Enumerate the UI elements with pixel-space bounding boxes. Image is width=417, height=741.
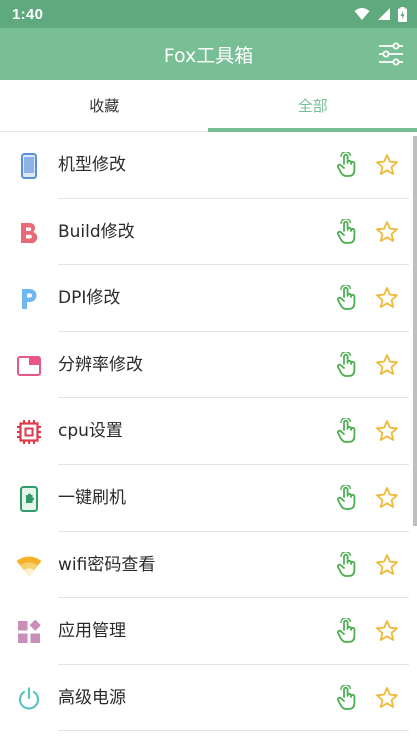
list-item-label: 分辨率修改 <box>58 354 143 375</box>
list-item[interactable]: wifi密码查看 <box>0 532 417 599</box>
signal-icon <box>378 8 390 20</box>
window-icon <box>16 353 42 379</box>
star-icon[interactable] <box>375 419 399 443</box>
list-item[interactable]: 应用管理 <box>0 598 417 665</box>
system-icons <box>354 6 407 22</box>
hand-tap-icon[interactable] <box>335 218 359 245</box>
list-item[interactable]: 高级电源 <box>0 665 417 732</box>
star-icon[interactable] <box>375 686 399 710</box>
tab-favorites[interactable]: 收藏 <box>0 80 209 131</box>
status-bar: 1:40 <box>0 0 417 28</box>
chip-icon <box>16 419 42 445</box>
hand-tap-icon[interactable] <box>335 618 359 644</box>
list-item-label: 一键刷机 <box>58 487 126 508</box>
hand-tap-icon[interactable] <box>335 152 359 178</box>
star-icon[interactable] <box>375 286 399 310</box>
list-item[interactable]: 一键刷机 <box>0 465 417 532</box>
list-item-label: DPI修改 <box>58 288 121 309</box>
hand-tap-icon[interactable] <box>335 418 359 444</box>
status-time: 1:40 <box>12 5 44 23</box>
tool-list: 机型修改 Build修改 DPI修改 分辨率修改 cpu设置 一键刷机 wifi… <box>0 132 417 731</box>
star-icon[interactable] <box>375 353 399 377</box>
list-item-label: wifi密码查看 <box>58 554 156 575</box>
wifi-status-icon <box>354 8 370 20</box>
power-icon <box>16 686 42 712</box>
list-item[interactable]: cpu设置 <box>0 398 417 465</box>
list-item-label: cpu设置 <box>58 421 123 442</box>
apps-icon <box>16 619 42 645</box>
app-title: Fox工具箱 <box>163 44 254 67</box>
phone-puzzle-icon <box>16 485 42 512</box>
list-item[interactable]: 机型修改 <box>0 132 417 199</box>
star-icon[interactable] <box>375 153 399 177</box>
hand-tap-icon[interactable] <box>335 551 359 578</box>
list-item[interactable]: Build修改 <box>0 199 417 266</box>
list-item[interactable]: 分辨率修改 <box>0 332 417 399</box>
settings-sliders-icon[interactable] <box>377 40 405 68</box>
hand-tap-icon[interactable] <box>335 684 359 711</box>
scrollbar[interactable] <box>413 136 417 526</box>
wifi-icon <box>16 553 42 579</box>
hand-tap-icon[interactable] <box>335 351 359 378</box>
list-item-label: 高级电源 <box>58 687 126 708</box>
letter-p-icon <box>16 286 42 312</box>
list-item[interactable]: DPI修改 <box>0 265 417 332</box>
star-icon[interactable] <box>375 486 399 510</box>
tab-all[interactable]: 全部 <box>209 80 417 131</box>
app-bar: Fox工具箱 <box>0 28 417 80</box>
phone-icon <box>16 153 42 179</box>
list-item-label: 机型修改 <box>58 155 126 175</box>
tab-bar: 收藏 全部 <box>0 80 417 132</box>
letter-b-icon <box>16 220 42 246</box>
list-item-label: Build修改 <box>58 221 135 242</box>
battery-icon <box>398 6 407 22</box>
hand-tap-icon[interactable] <box>335 484 359 511</box>
list-item-label: 应用管理 <box>58 621 126 642</box>
star-icon[interactable] <box>375 619 399 643</box>
hand-tap-icon[interactable] <box>335 285 359 311</box>
star-icon[interactable] <box>375 553 399 577</box>
star-icon[interactable] <box>375 220 399 244</box>
